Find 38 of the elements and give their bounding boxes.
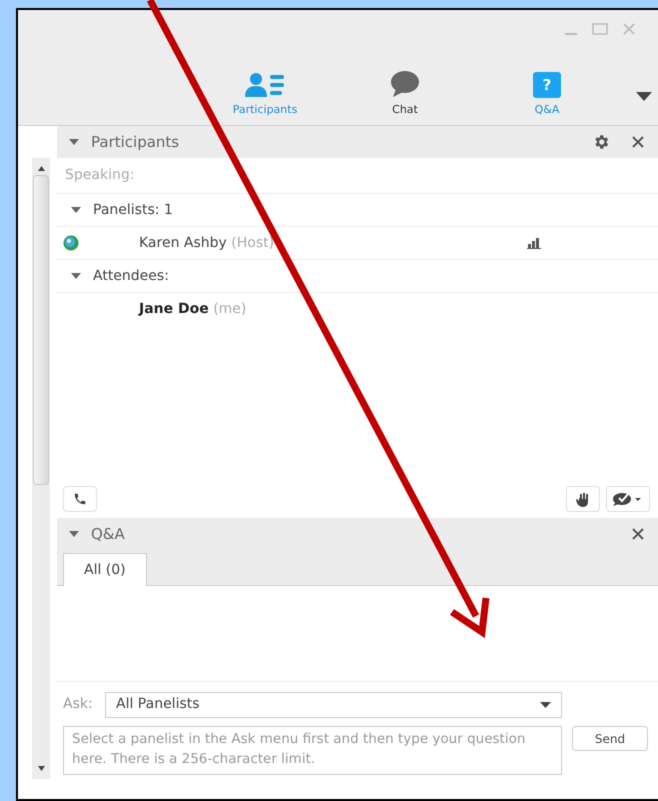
ask-dropdown[interactable]: All Panelists <box>105 692 562 718</box>
person-list-icon <box>245 70 285 98</box>
phone-icon <box>73 492 87 506</box>
phone-button[interactable] <box>63 486 97 512</box>
close-icon[interactable] <box>632 528 644 540</box>
question-field[interactable]: Select a panelist in the Ask menu first and then type your question here. There is a 256-character limit. <box>63 726 562 775</box>
collapse-arrow-icon[interactable] <box>69 138 81 146</box>
scroll-up-icon[interactable] <box>38 166 44 171</box>
hand-icon <box>576 492 590 506</box>
caret-icon <box>540 702 551 708</box>
scroll-down-icon[interactable] <box>38 766 44 771</box>
feedback-button[interactable] <box>606 486 650 512</box>
group-label: Panelists: 1 <box>93 200 173 220</box>
speech-bubble-icon <box>390 70 420 98</box>
close-icon[interactable] <box>632 136 644 148</box>
signal-bars-icon <box>527 237 541 249</box>
question-icon: ? <box>533 72 561 98</box>
panel-title: Participants <box>91 132 180 153</box>
toolbar-tab[interactable]: Chat <box>355 70 455 118</box>
scrollbar[interactable] <box>32 158 50 779</box>
participant-name: Jane Doe (me) <box>139 300 246 319</box>
dropdown-caret-icon[interactable] <box>636 92 652 102</box>
participant-row[interactable]: Karen Ashby (Host) <box>57 227 658 260</box>
status-icon <box>63 235 79 251</box>
scroll-thumb[interactable] <box>33 175 49 485</box>
collapse-arrow-icon[interactable] <box>71 272 83 280</box>
panel-title: Q&A <box>91 524 126 545</box>
speech-check-icon <box>612 492 644 506</box>
ask-label: Ask: <box>63 695 94 714</box>
collapse-arrow-icon[interactable] <box>71 206 83 214</box>
speaking-label: Speaking: <box>65 166 134 185</box>
participant-name: Karen Ashby (Host) <box>139 234 274 252</box>
tab[interactable]: All (0) <box>63 553 147 586</box>
participant-row[interactable]: Jane Doe (me) <box>57 293 658 326</box>
group-label: Attendees: <box>93 266 169 286</box>
collapse-arrow-icon[interactable] <box>69 530 81 538</box>
send-button[interactable]: Send <box>572 726 648 751</box>
raise-hand-button[interactable] <box>566 486 600 512</box>
